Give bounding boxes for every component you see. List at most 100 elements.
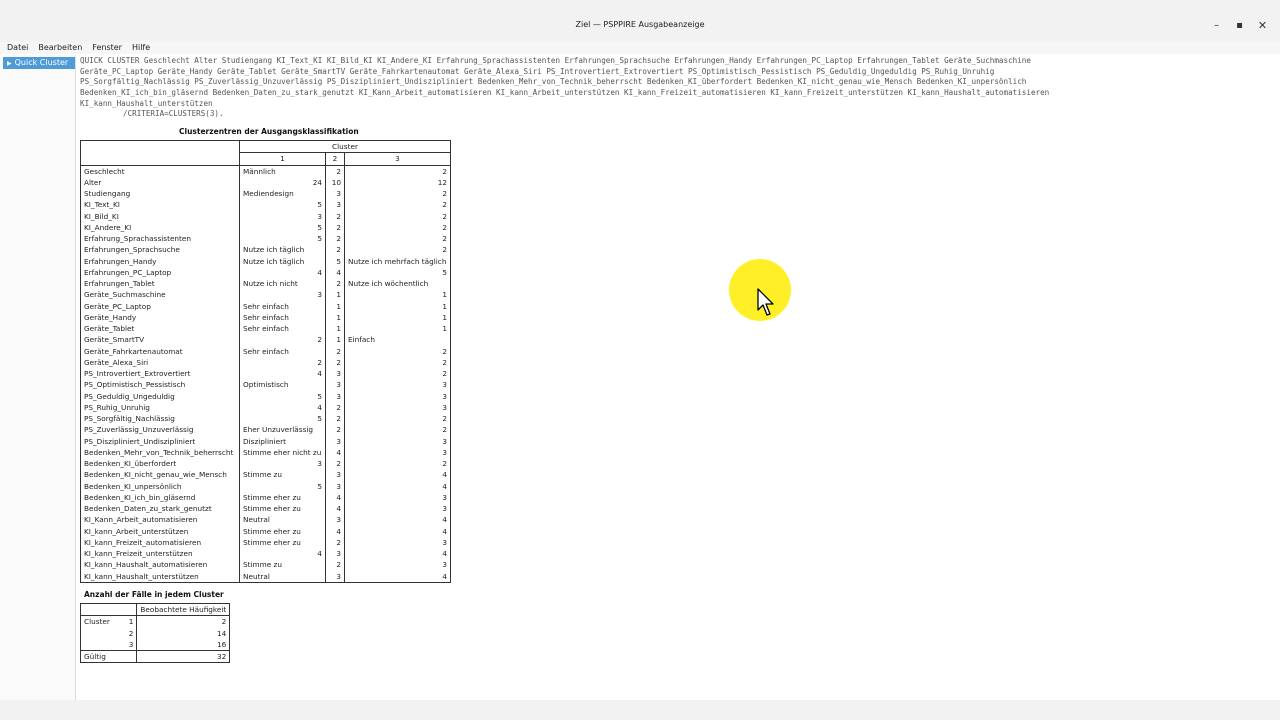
cluster-3-cell: 5 — [442, 267, 447, 277]
cluster-3-cell: 4 — [442, 481, 447, 491]
cluster-3-cell: 1 — [442, 312, 447, 322]
row-label: Geräte_Handy — [80, 311, 240, 323]
cluster-2-cell: 1 — [325, 311, 345, 323]
cluster-1-cell: 3 — [239, 458, 326, 470]
row-label: Bedenken_KI_unpersönlich — [80, 480, 240, 492]
cluster-2-cell: 4 — [325, 446, 345, 458]
count-table-title: Anzahl der Fälle in jedem Cluster — [84, 590, 224, 599]
row-group-label: Cluster — [84, 617, 110, 627]
table-row: Bedenken_KI_nicht_genau_wie_Mensch Stimme… — [80, 469, 451, 481]
maximize-icon[interactable]: ▪ — [1228, 17, 1251, 35]
table-row: Bedenken_Daten_zu_stark_genutzt Stimme eh… — [80, 503, 451, 515]
cluster-1-cell: Stimme zu — [239, 559, 326, 571]
menu-hilfe[interactable]: Hilfe — [129, 42, 153, 54]
table-row: Erfahrungen_Sprachsuche Nutze ich täglich… — [80, 244, 451, 256]
row-label: KI_kann_Freizeit_automatisieren — [80, 536, 240, 548]
cluster-1-cell: 4 — [239, 548, 326, 560]
table-row: Geräte_Suchmaschine 3 1 1 — [80, 289, 451, 301]
cluster-2-cell: 2 — [325, 458, 345, 470]
cluster-1-cell: Stimme eher zu — [239, 491, 326, 503]
cluster-3-cell: Nutze ich mehrfach täglich — [348, 256, 447, 266]
cluster-1-cell: Sehr einfach — [239, 345, 326, 357]
tree-item-quick-cluster[interactable]: ▶ Quick Cluster — [3, 57, 75, 69]
table-row: Geräte_Alexa_Siri 2 2 2 — [80, 356, 451, 368]
table-row: PS_Introvertiert_Extrovertiert 4 3 2 — [80, 368, 451, 380]
cluster-3-cell: 4 — [442, 515, 447, 525]
syntax-line: Bedenken_KI_ich_bin_gläsernd Bedenken_Da… — [80, 88, 1050, 98]
cluster-3-cell: 2 — [442, 414, 447, 423]
row-label: Geschlecht — [80, 165, 240, 177]
cluster-2-cell: 3 — [325, 379, 345, 391]
table-header-corner — [80, 603, 113, 617]
cluster-2-cell: 3 — [325, 514, 345, 526]
menu-fenster[interactable]: Fenster — [89, 42, 125, 54]
table-row: 2 14 — [81, 627, 230, 639]
cluster-3-cell: 2 — [442, 211, 447, 221]
bottom-bar — [0, 700, 1280, 720]
cluster-3-cell: 2 — [442, 166, 447, 176]
cluster-centers-table: Cluster 1 2 3 Geschlecht Männlich 2 2 Alter 2… — [80, 140, 451, 583]
row-cluster-number: 3 — [112, 638, 138, 651]
row-label: KI_kann_Haushalt_unterstützen — [80, 570, 240, 583]
cluster-2-cell: 2 — [325, 233, 345, 245]
cluster-1-cell: 5 — [239, 390, 326, 402]
cluster-3-cell: 3 — [442, 402, 447, 412]
minimize-icon[interactable]: – — [1205, 17, 1228, 35]
cluster-2-cell: 1 — [325, 289, 345, 301]
cluster-1-cell: Stimme eher zu — [239, 503, 326, 515]
cluster-1-cell: 5 — [239, 233, 326, 245]
row-label: Erfahrungen_Handy — [80, 255, 240, 267]
cluster-3-cell: 3 — [442, 492, 447, 502]
row-value: 16 — [216, 639, 227, 649]
row-label: Studiengang — [80, 188, 240, 200]
table-row: Erfahrungen_Handy Nutze ich täglich 5 Nutze… — [80, 255, 451, 267]
row-label: Erfahrungen_Sprachsuche — [80, 244, 240, 256]
row-label: Bedenken_Mehr_von_Technik_beherrscht — [80, 446, 240, 458]
table-row: Alter 24 10 12 — [80, 176, 451, 188]
table-row: KI_kann_Freizeit_unterstützen 4 3 4 — [80, 548, 451, 560]
row-label: Geräte_Tablet — [80, 323, 240, 335]
cluster-2-cell: 1 — [325, 300, 345, 312]
cluster-2-cell: 2 — [325, 278, 345, 290]
table-row: KI_Text_KI 5 3 2 — [80, 199, 451, 211]
table-row: KI_Bild_KI 3 2 2 — [80, 210, 451, 222]
row-label: Bedenken_KI_ich_bin_gläsernd — [80, 491, 240, 503]
table-header-row: Cluster — [80, 140, 451, 154]
cluster-3-cell: 2 — [442, 459, 447, 468]
cluster-3-cell: 4 — [442, 549, 447, 558]
row-label: PS_Diszipliniert_Undiszipliniert — [80, 435, 240, 447]
table-row: Erfahrung_Sprachassistenten 5 2 2 — [80, 233, 451, 245]
cluster-1-cell: 5 — [239, 199, 326, 211]
syntax-line: PS_Sorgfältig_Nachlässig PS_Zuverlässig_… — [80, 77, 1027, 87]
table-header-corner — [112, 603, 138, 617]
cluster-2-cell: 2 — [325, 536, 345, 548]
menu-datei[interactable]: Datei — [4, 42, 31, 54]
menu-bearbeiten[interactable]: Bearbeiten — [35, 42, 85, 54]
table-row: 3 16 — [81, 638, 230, 651]
cluster-3-cell: 3 — [442, 447, 447, 457]
table-row: PS_Optimistisch_Pessistisch Optimistisch 3… — [80, 379, 451, 391]
row-group-label-empty — [81, 639, 113, 651]
cluster-1-cell: 4 — [239, 266, 326, 278]
table-row: KI_kann_Freizeit_automatisieren Stimme eh… — [80, 536, 451, 548]
row-label: PS_Introvertiert_Extrovertiert — [80, 368, 240, 380]
cluster-3-cell: 4 — [442, 526, 447, 536]
cluster-1-cell: Neutral — [239, 570, 326, 583]
table-row: Bedenken_KI_überfordert 3 2 2 — [80, 458, 451, 470]
cluster-2-cell: 4 — [325, 503, 345, 515]
cluster-2-cell: 3 — [325, 548, 345, 560]
row-value: 14 — [216, 628, 227, 638]
table-row: Geräte_Fahrkartenautomat Sehr einfach 2 2 — [80, 345, 451, 357]
column-header-1: 1 — [239, 152, 326, 166]
case-count-table: Beobachtete Häufigkeit Cluster 1 2 2 14 … — [80, 603, 231, 664]
row-label: KI_Text_KI — [80, 199, 240, 211]
table-row: PS_Ruhig_Unruhig 4 2 3 — [80, 401, 451, 413]
syntax-criteria: /CRITERIA=CLUSTERS(3). — [123, 109, 224, 119]
cluster-1-cell: Neutral — [239, 514, 326, 526]
cluster-2-cell: 3 — [325, 435, 345, 447]
close-icon[interactable]: ✕ — [1251, 17, 1274, 35]
cluster-2-cell: 4 — [325, 266, 345, 278]
triangle-right-icon[interactable]: ▶ — [7, 60, 12, 67]
row-label: KI_kann_Haushalt_automatisieren — [80, 559, 240, 571]
table-header-row: 1 2 3 — [80, 152, 451, 166]
